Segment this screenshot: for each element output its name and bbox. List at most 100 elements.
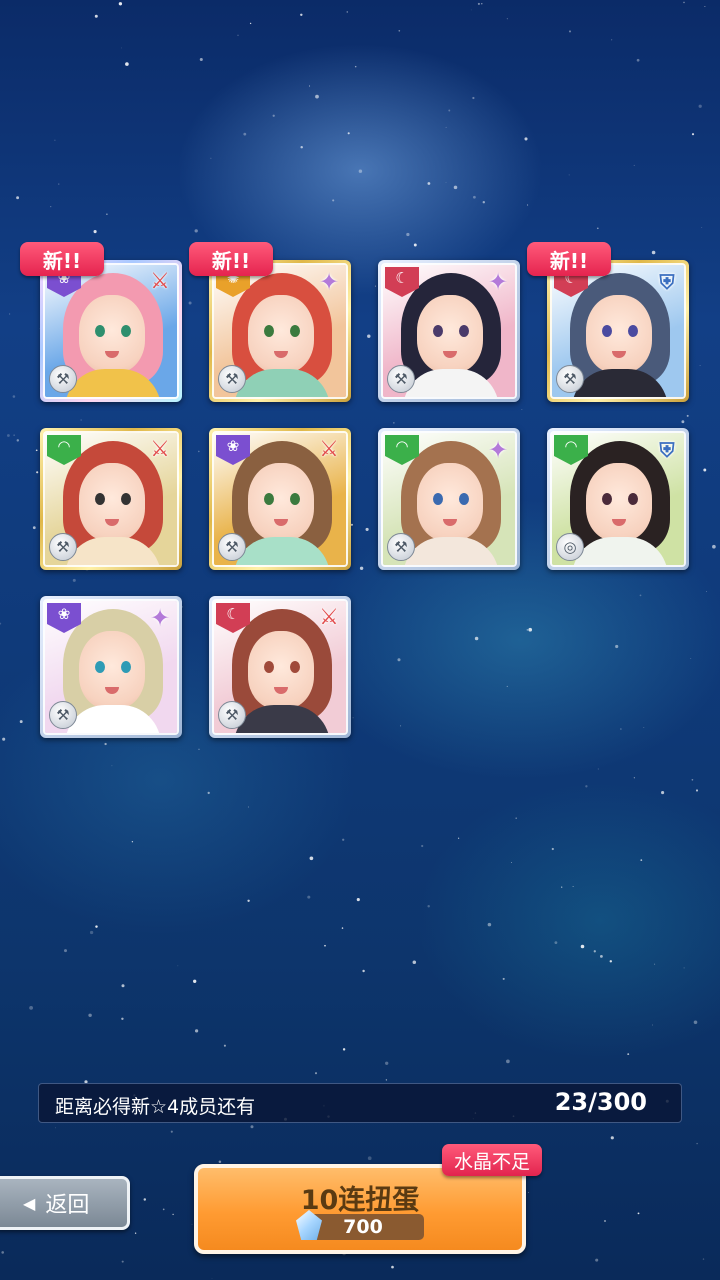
idol-card[interactable]: ☾ ✦ ⚒ <box>378 260 520 402</box>
star <box>342 838 345 841</box>
star-skill-icon: ✦ <box>318 268 340 296</box>
idol-eye <box>95 493 105 505</box>
sword-skill-icon: ⚔ <box>319 437 339 462</box>
idol-face <box>417 295 483 373</box>
idol-face <box>248 295 314 373</box>
star <box>604 1220 606 1222</box>
idol-card[interactable]: ◠ ⛨ ◎ <box>547 428 689 570</box>
star <box>314 1072 318 1075</box>
star <box>652 1024 653 1026</box>
idol-card[interactable]: ☾ ⚔ ⚒ <box>209 596 351 738</box>
shield-skill-icon: ⛨ <box>659 270 675 294</box>
star <box>633 777 635 779</box>
star <box>702 1258 705 1260</box>
back-button-label: 返回 <box>45 1193 90 1218</box>
idol-eye <box>95 661 105 673</box>
star <box>551 847 554 851</box>
idol-eye <box>459 493 469 505</box>
star <box>134 1232 137 1234</box>
idol-card[interactable]: ❀ ✦ ⚒ <box>40 596 182 738</box>
star <box>661 791 665 795</box>
star <box>309 856 314 861</box>
idol-eye <box>433 325 443 337</box>
idol-eye <box>121 325 131 337</box>
idol-eye <box>602 493 612 505</box>
star <box>29 1006 33 1010</box>
idol-eye <box>264 661 274 673</box>
skill-type-icon: ⚒ <box>218 533 246 561</box>
gacha-button-title: 10连扭蛋 <box>300 1185 420 1216</box>
star <box>502 977 505 980</box>
star <box>595 1258 599 1262</box>
sword-skill-icon: ⚔ <box>150 269 170 294</box>
insufficient-crystal-badge: 水晶不足 <box>442 1144 542 1176</box>
star <box>247 899 250 902</box>
idol-card[interactable]: ◠ ⚔ ⚒ <box>40 428 182 570</box>
idol-card[interactable]: ◠ ✦ ⚒ <box>378 428 520 570</box>
idol-face <box>248 631 314 709</box>
idol-card[interactable]: ❀ ⚔ ⚒ <box>209 428 351 570</box>
idol-face <box>586 295 652 373</box>
star-skill-icon: ✦ <box>487 436 509 464</box>
card-frame: ☾ ✦ ⚒ <box>381 263 517 399</box>
idol-face <box>79 463 145 541</box>
idol-face <box>417 463 483 541</box>
star <box>223 1044 226 1047</box>
idol-card[interactable]: ☾ ⛨ ⚒ <box>547 260 689 402</box>
skill-type-icon: ⚒ <box>218 701 246 729</box>
star <box>696 1142 698 1145</box>
skill-type-icon: ⚒ <box>49 365 77 393</box>
new-card-badge: 新!! <box>527 242 611 276</box>
star <box>385 1061 389 1065</box>
star <box>511 862 512 863</box>
star-skill-icon: ✦ <box>487 268 509 296</box>
star <box>367 1156 372 1161</box>
star <box>683 967 685 969</box>
pity-progress-bar: 距离必得新☆4成员还有 23/300 <box>38 1083 682 1123</box>
star <box>691 778 694 781</box>
card-frame: ✺ ✦ ⚒ <box>212 263 348 399</box>
idol-eye <box>602 325 612 337</box>
idol-card[interactable]: ❀ ⚔ ⚒ <box>40 260 182 402</box>
idol-card[interactable]: ✺ ✦ ⚒ <box>209 260 351 402</box>
ten-pull-gacha-button[interactable]: 10连扭蛋 700 <box>194 1164 526 1254</box>
star <box>95 925 98 928</box>
card-frame: ◠ ✦ ⚒ <box>381 431 517 567</box>
idol-eye <box>264 493 274 505</box>
card-frame: ❀ ⚔ ⚒ <box>212 431 348 567</box>
star <box>89 930 94 935</box>
card-frame: ❀ ✦ ⚒ <box>43 599 179 735</box>
idol-eye <box>95 325 105 337</box>
star <box>693 1020 698 1025</box>
star <box>356 898 360 902</box>
star <box>247 806 249 808</box>
card-frame: ◠ ⛨ ◎ <box>550 431 686 567</box>
star <box>412 960 417 965</box>
star <box>324 944 326 947</box>
star <box>170 1130 173 1133</box>
star <box>654 963 656 965</box>
skill-type-icon: ◎ <box>556 533 584 561</box>
star <box>637 1212 640 1215</box>
star <box>385 1079 388 1081</box>
star <box>421 844 424 848</box>
card-frame: ◠ ⚔ ⚒ <box>43 431 179 567</box>
pity-progress-label: 距离必得新☆4成员还有 <box>55 1096 256 1118</box>
sword-skill-icon: ⚔ <box>150 437 170 462</box>
star <box>362 969 365 973</box>
idol-eye <box>290 325 300 337</box>
star <box>172 1213 174 1216</box>
card-frame: ☾ ⚔ ⚒ <box>212 599 348 735</box>
star <box>121 984 125 988</box>
skill-type-icon: ⚒ <box>49 533 77 561</box>
star <box>554 941 558 945</box>
gacha-cost: 700 <box>302 1214 424 1240</box>
star <box>111 765 113 767</box>
star <box>457 837 460 839</box>
star <box>600 955 603 958</box>
star <box>506 1059 510 1064</box>
back-button[interactable]: ◀ 返回 <box>0 1176 130 1230</box>
skill-type-icon: ⚒ <box>49 701 77 729</box>
star-skill-icon: ✦ <box>149 604 171 632</box>
shield-skill-icon: ⛨ <box>659 438 675 462</box>
